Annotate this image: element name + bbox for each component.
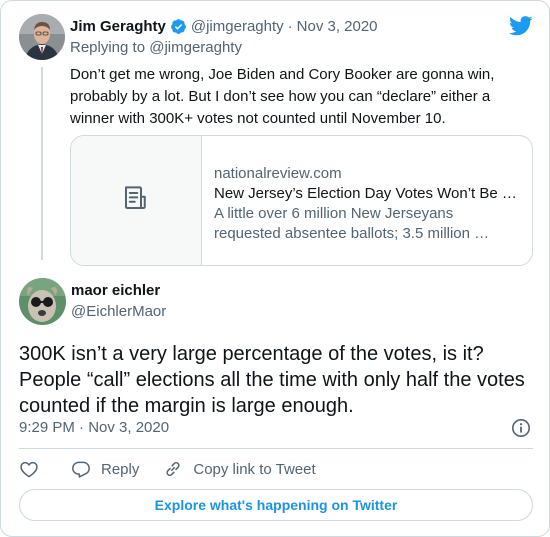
article-icon — [121, 183, 151, 218]
main-tweet-text: 300K isn’t a very large percentage of th… — [19, 343, 525, 417]
reply-icon — [72, 461, 90, 478]
reply-label: Reply — [101, 460, 140, 478]
parent-tweet-text: Don’t get me wrong, Joe Biden and Cory B… — [70, 66, 495, 127]
parent-tweet-date[interactable]: Nov 3, 2020 — [297, 18, 378, 35]
embedded-tweet-card: Jim Geraghty @jimgeraghty · Nov 3, 2020 … — [0, 0, 550, 537]
like-button[interactable] — [19, 459, 39, 479]
divider — [19, 448, 533, 449]
replying-to-label: Replying to @jimgeraghty — [70, 39, 242, 56]
parent-author-avatar[interactable] — [19, 14, 65, 60]
link-preview-card[interactable]: nationalreview.com New Jersey’s Election… — [70, 135, 533, 266]
thread-connector-line — [41, 67, 43, 260]
tweet-timestamp[interactable]: 9:29 PM · Nov 3, 2020 — [19, 419, 169, 436]
heart-icon — [20, 461, 38, 478]
explore-twitter-button[interactable]: Explore what's happening on Twitter — [19, 489, 533, 521]
link-info: nationalreview.com New Jersey’s Election… — [202, 136, 532, 265]
link-domain: nationalreview.com — [214, 165, 342, 182]
twitter-bird-icon[interactable] — [509, 16, 533, 36]
parent-author-name[interactable]: Jim Geraghty — [70, 18, 166, 35]
reply-button[interactable]: Reply — [71, 459, 139, 479]
parent-tweet-header: Jim Geraghty @jimgeraghty · Nov 3, 2020 — [70, 15, 378, 37]
main-author-name[interactable]: maor eichler — [71, 282, 160, 299]
link-icon — [166, 462, 180, 476]
main-author-avatar[interactable] — [19, 278, 66, 325]
header-separator: · — [287, 17, 293, 35]
copy-link-button[interactable]: Copy link to Tweet — [163, 459, 316, 479]
tweet-actions-bar: Reply Copy link to Tweet — [19, 457, 316, 481]
link-thumbnail — [71, 136, 202, 265]
verified-badge-icon — [170, 18, 187, 35]
link-title[interactable]: New Jersey’s Election Day Votes Won’t Be… — [214, 184, 520, 204]
link-description: A little over 6 million New Jerseyans re… — [214, 205, 490, 242]
main-author-handle[interactable]: @EichlerMaor — [71, 303, 166, 320]
parent-author-handle[interactable]: @jimgeraghty — [191, 18, 284, 35]
copy-link-label: Copy link to Tweet — [193, 460, 316, 478]
info-icon[interactable] — [511, 418, 531, 438]
